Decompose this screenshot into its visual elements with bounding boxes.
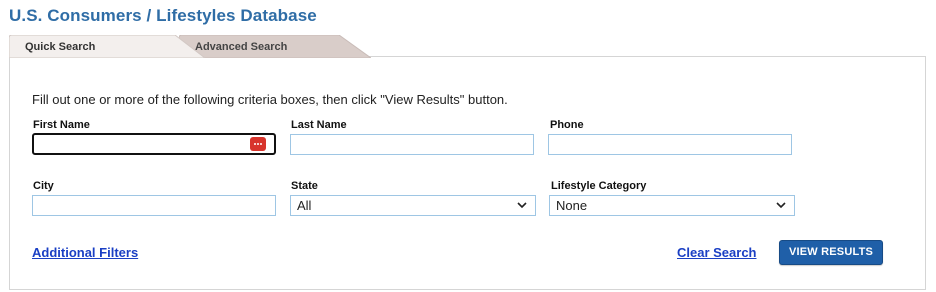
first-name-input[interactable]: [32, 133, 276, 155]
page-title: U.S. Consumers / Lifestyles Database: [9, 6, 317, 25]
lifestyle-selected-value: None: [556, 198, 588, 213]
phone-label: Phone: [550, 119, 584, 131]
state-label: State: [291, 180, 318, 192]
instructions-text: Fill out one or more of the following cr…: [32, 92, 508, 107]
tab-advanced-search[interactable]: Advanced Search: [179, 35, 371, 58]
city-label: City: [33, 180, 54, 192]
password-manager-icon[interactable]: [250, 137, 266, 151]
additional-filters-link[interactable]: Additional Filters: [32, 245, 138, 260]
tab-label: Quick Search: [25, 41, 96, 53]
last-name-input[interactable]: [290, 134, 534, 155]
chevron-down-icon: [517, 202, 527, 209]
tab-label: Advanced Search: [195, 41, 288, 53]
first-name-label: First Name: [33, 119, 90, 131]
lifestyle-category-label: Lifestyle Category: [551, 180, 647, 192]
view-results-button[interactable]: VIEW RESULTS: [779, 240, 883, 265]
lifestyle-category-select[interactable]: None: [549, 195, 795, 216]
last-name-label: Last Name: [291, 119, 347, 131]
phone-input[interactable]: [548, 134, 792, 155]
tab-quick-search[interactable]: Quick Search: [9, 35, 205, 58]
clear-search-link[interactable]: Clear Search: [677, 245, 757, 260]
chevron-down-icon: [776, 202, 786, 209]
state-select[interactable]: All: [290, 195, 536, 216]
state-selected-value: All: [297, 198, 312, 213]
city-input[interactable]: [32, 195, 276, 216]
